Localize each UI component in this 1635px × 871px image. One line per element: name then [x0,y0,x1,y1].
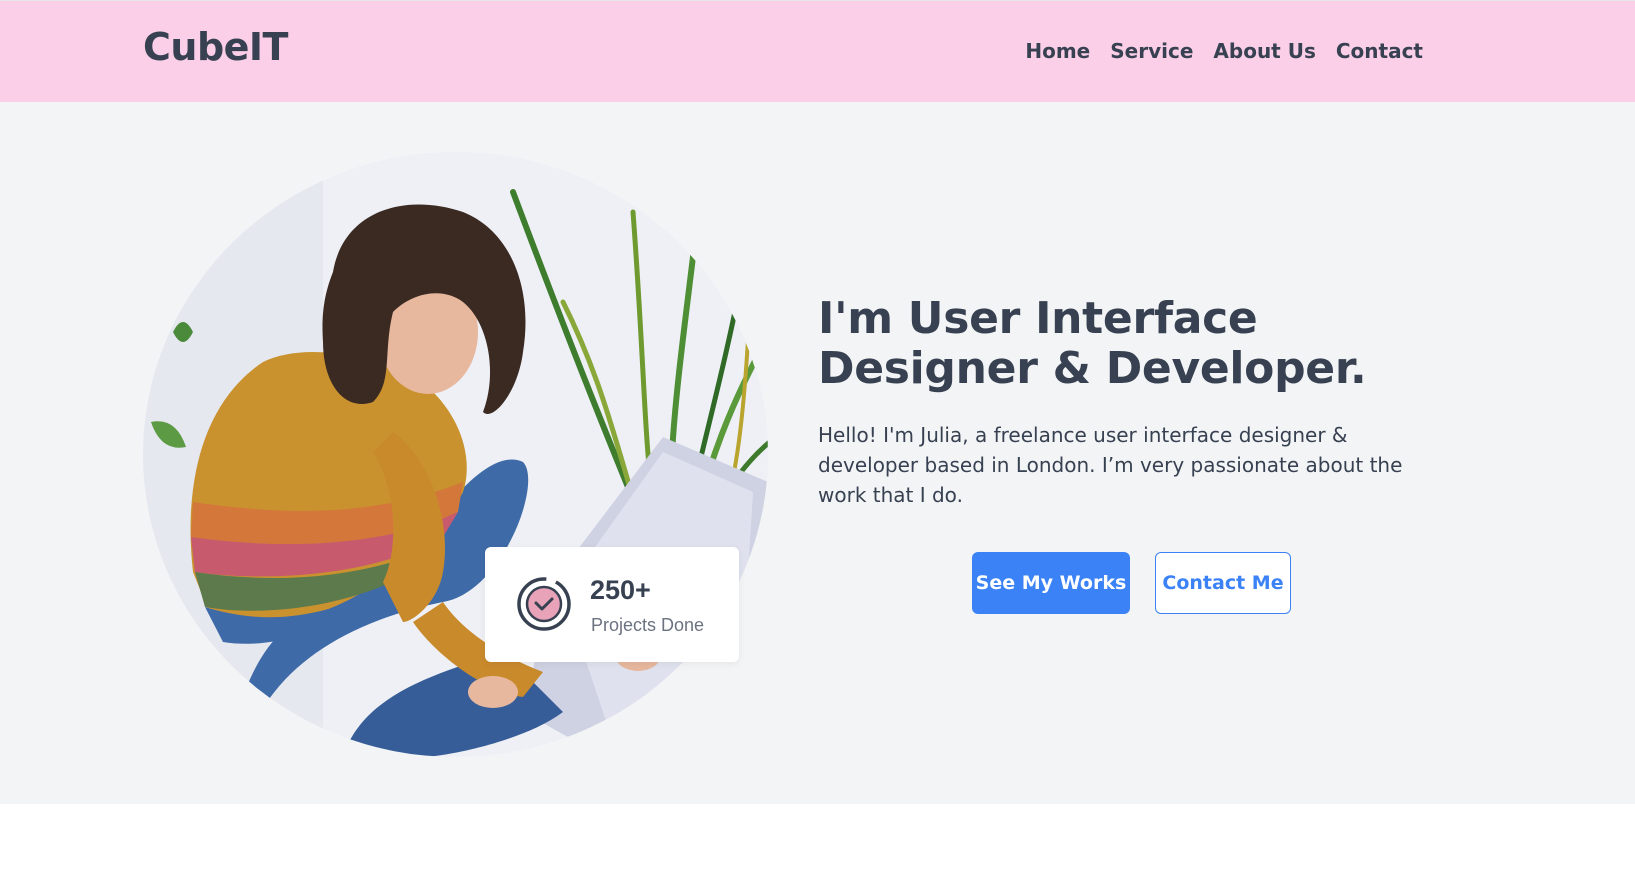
hero-intro-text: Hello! I'm Julia, a freelance user inter… [818,423,1403,507]
hero-section: 250+ Projects Done I'm User Interface De… [0,102,1635,804]
portrait-illustration [143,152,768,757]
nav-menu: Home Service About Us Contact [1025,39,1423,63]
nav-link-about-us[interactable]: About Us [1213,39,1315,63]
check-badge-icon [517,577,571,631]
nav-link-contact[interactable]: Contact [1336,39,1423,63]
projects-stat-card: 250+ Projects Done [485,547,739,662]
brand-logo[interactable]: CubeIT [143,25,288,69]
projects-label: Projects Done [591,615,705,635]
projects-count: 250+ [590,575,651,605]
see-my-works-button[interactable]: See My Works [972,552,1130,614]
contact-me-button[interactable]: Contact Me [1155,552,1291,614]
hero-portrait-image [143,152,768,757]
nav-link-service[interactable]: Service [1110,39,1193,63]
nav-link-home[interactable]: Home [1025,39,1090,63]
navbar: CubeIT Home Service About Us Contact [0,0,1635,102]
hero-headline: I'm User Interface Designer & Developer. [818,293,1367,394]
